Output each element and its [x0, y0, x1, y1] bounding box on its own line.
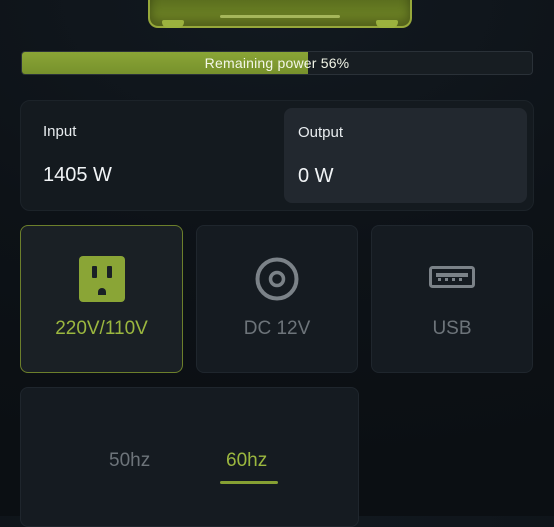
output-type-dc-button[interactable]: DC 12V: [196, 225, 358, 373]
output-label: Output: [298, 124, 344, 141]
output-type-dc-label: DC 12V: [243, 318, 311, 339]
power-summary-card: Input 1405 W Output 0 W: [20, 100, 534, 211]
dc-port-icon: [254, 256, 300, 307]
battery-progress-bar: Remaining power 56%: [21, 51, 533, 75]
input-label: Input: [43, 123, 77, 140]
frequency-selector-card: 50hz 60hz: [20, 387, 359, 527]
input-power-panel: Input 1405 W: [21, 101, 281, 210]
device-light-strip: [220, 15, 340, 18]
output-type-ac-label: 220V/110V: [55, 318, 148, 339]
frequency-50hz-option[interactable]: 50hz: [109, 450, 150, 472]
frequency-60hz-option[interactable]: 60hz: [226, 450, 267, 472]
output-type-ac-button[interactable]: 220V/110V: [20, 225, 183, 373]
power-station-image: [148, 0, 412, 28]
input-value: 1405 W: [43, 164, 112, 186]
output-power-panel: Output 0 W: [284, 108, 527, 203]
ac-outlet-icon: [78, 256, 125, 307]
device-foot-left: [162, 20, 184, 28]
frequency-selected-underline: [220, 481, 278, 484]
output-value: 0 W: [298, 165, 334, 187]
device-foot-right: [376, 20, 398, 28]
output-type-usb-label: USB: [432, 318, 472, 339]
battery-progress-label: Remaining power 56%: [204, 55, 350, 71]
output-type-usb-button[interactable]: USB: [371, 225, 533, 373]
usb-port-icon: [429, 266, 475, 293]
